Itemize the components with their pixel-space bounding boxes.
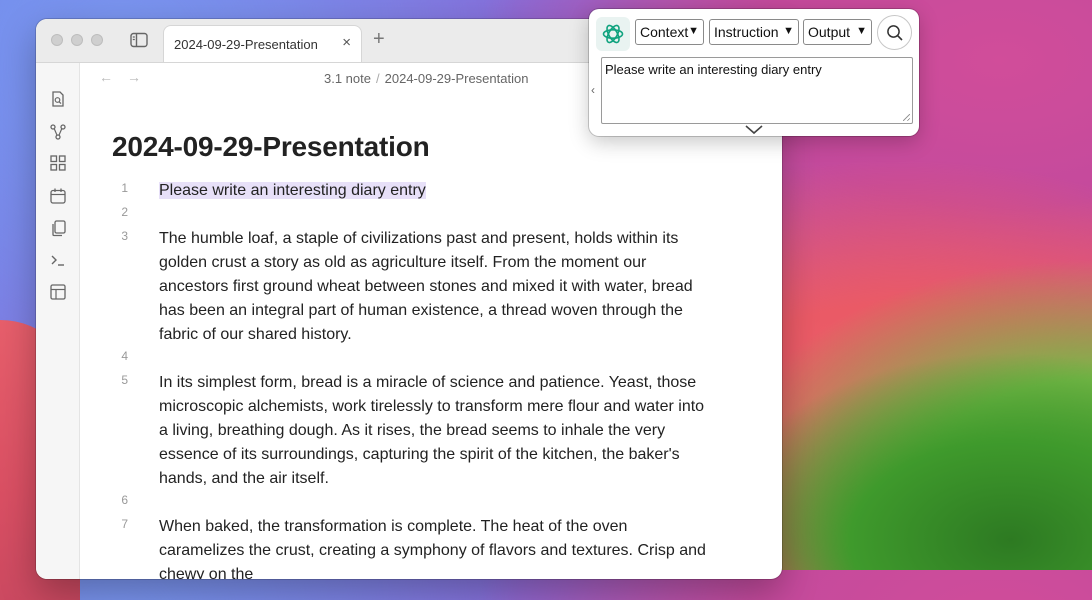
- chevron-down-icon: ▼: [856, 25, 867, 37]
- layout-icon[interactable]: [49, 283, 67, 301]
- output-select-value: Output: [808, 24, 851, 40]
- editor-line[interactable]: 3 The humble loaf, a staple of civilizati…: [112, 227, 712, 347]
- chevron-down-icon[interactable]: [744, 123, 764, 135]
- left-ribbon: [36, 63, 80, 579]
- terminal-icon[interactable]: [49, 251, 67, 269]
- line-number: 5: [121, 373, 128, 387]
- editor-line[interactable]: 6: [112, 491, 712, 515]
- resize-handle[interactable]: [903, 114, 910, 121]
- editor-line[interactable]: 2: [112, 203, 712, 227]
- editor-line[interactable]: 4: [112, 347, 712, 371]
- new-tab-button[interactable]: +: [373, 28, 385, 50]
- blocks-icon[interactable]: [49, 154, 67, 172]
- line-number: 2: [121, 205, 128, 219]
- line-number: 6: [121, 493, 128, 507]
- prompt-textarea[interactable]: Please write an interesting diary entry: [601, 57, 913, 124]
- back-arrow-icon[interactable]: ←: [99, 69, 113, 85]
- calendar-icon[interactable]: [49, 187, 67, 205]
- forward-arrow-icon[interactable]: →: [127, 69, 141, 85]
- copy-icon[interactable]: [49, 219, 67, 237]
- line-text[interactable]: When baked, the transformation is comple…: [159, 515, 712, 579]
- breadcrumb: 3.1 note / 2024-09-29-Presentation: [324, 71, 528, 86]
- prompt-text: Please write an interesting diary entry: [605, 62, 822, 77]
- editor[interactable]: 1 Please write an interesting diary entry…: [112, 179, 712, 579]
- line-number: 7: [121, 517, 128, 531]
- search-icon: [887, 25, 903, 41]
- close-window-button[interactable]: [51, 34, 63, 46]
- line-number: 3: [121, 229, 128, 243]
- graph-icon[interactable]: [49, 123, 67, 141]
- line-text[interactable]: Please write an interesting diary entry: [159, 179, 712, 203]
- open-file-icon[interactable]: [49, 90, 67, 108]
- line-text[interactable]: [159, 203, 712, 227]
- editor-line[interactable]: 1 Please write an interesting diary entry: [112, 179, 712, 203]
- highlighted-text: Please write an interesting diary entry: [159, 182, 426, 199]
- chevron-down-icon: ▼: [688, 25, 699, 37]
- breadcrumb-folder[interactable]: 3.1 note: [324, 71, 371, 86]
- editor-line[interactable]: 7 When baked, the transformation is compl…: [112, 515, 712, 579]
- chevron-down-icon: ▼: [783, 25, 794, 37]
- breadcrumb-separator: /: [376, 71, 380, 86]
- context-select[interactable]: Context ▼: [635, 19, 704, 45]
- tab-title: 2024-09-29-Presentation: [174, 37, 318, 52]
- paragraph-text: In its simplest form, bread is a miracle…: [159, 374, 705, 487]
- maximize-window-button[interactable]: [91, 34, 103, 46]
- line-text[interactable]: [159, 491, 712, 515]
- breadcrumb-file[interactable]: 2024-09-29-Presentation: [385, 71, 529, 86]
- search-button[interactable]: [877, 15, 912, 50]
- instruction-select-value: Instruction: [714, 24, 779, 40]
- line-text[interactable]: In its simplest form, bread is a miracle…: [159, 371, 712, 491]
- output-select[interactable]: Output ▼: [803, 19, 872, 45]
- line-number: 4: [121, 349, 128, 363]
- paragraph-text: The humble loaf, a staple of civilizatio…: [159, 230, 693, 343]
- ai-assistant-panel: Context ▼ Instruction ▼ Output ▼ ‹ Pleas…: [589, 9, 919, 136]
- context-select-value: Context: [640, 24, 689, 40]
- tab-close-icon[interactable]: ×: [342, 35, 351, 51]
- editor-line[interactable]: 5 In its simplest form, bread is a miracl…: [112, 371, 712, 491]
- line-text[interactable]: The humble loaf, a staple of civilizatio…: [159, 227, 712, 347]
- instruction-select[interactable]: Instruction ▼: [709, 19, 799, 45]
- sidebar-toggle-icon[interactable]: [130, 32, 148, 48]
- openai-logo-icon: [596, 17, 630, 51]
- collapse-left-icon[interactable]: ‹: [591, 83, 595, 97]
- minimize-window-button[interactable]: [71, 34, 83, 46]
- line-number: 1: [121, 181, 128, 195]
- tab-active[interactable]: 2024-09-29-Presentation ×: [163, 25, 362, 62]
- page-title[interactable]: 2024-09-29-Presentation: [112, 131, 430, 163]
- line-text[interactable]: [159, 347, 712, 371]
